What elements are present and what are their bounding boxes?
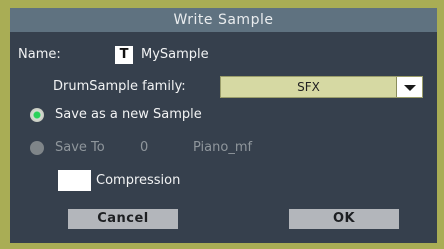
- cancel-button[interactable]: Cancel: [68, 209, 178, 229]
- write-sample-dialog-frame: Write Sample Name: T MySample DrumSample…: [0, 0, 444, 249]
- save-as-new-label: Save as a new Sample: [55, 107, 202, 122]
- save-as-new-radio[interactable]: [30, 108, 44, 122]
- chevron-down-icon[interactable]: [396, 77, 422, 97]
- save-to-radio[interactable]: [30, 141, 44, 155]
- save-to-target: Piano_mf: [193, 140, 253, 155]
- drum-sample-family-label: DrumSample family:: [53, 79, 186, 94]
- save-to-label: Save To: [55, 140, 105, 155]
- ok-button[interactable]: OK: [289, 209, 399, 229]
- dialog-title: Write Sample: [10, 8, 437, 32]
- name-label: Name:: [18, 47, 61, 62]
- drum-sample-family-select[interactable]: SFX: [220, 76, 423, 98]
- text-edit-icon[interactable]: T: [115, 46, 133, 64]
- name-value[interactable]: MySample: [141, 47, 209, 62]
- drum-sample-family-value: SFX: [297, 80, 320, 94]
- save-to-number: 0: [140, 140, 149, 155]
- write-sample-dialog: Write Sample Name: T MySample DrumSample…: [10, 8, 437, 243]
- compression-checkbox[interactable]: [58, 170, 91, 191]
- compression-label: Compression: [96, 173, 181, 188]
